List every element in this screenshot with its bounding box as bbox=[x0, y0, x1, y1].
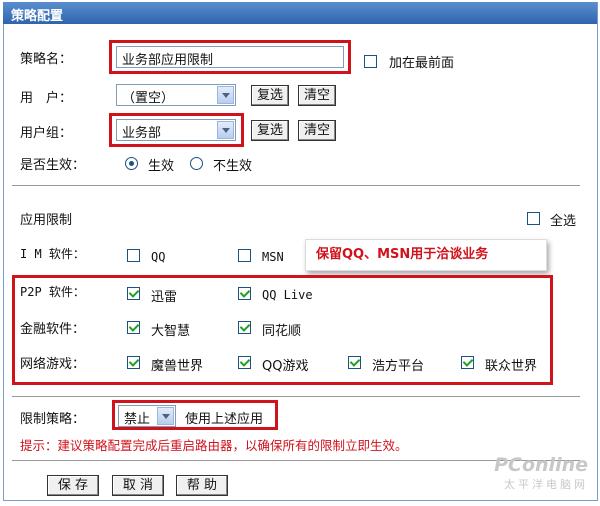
app-checkbox-tonghuashun[interactable] bbox=[238, 321, 251, 334]
app-checkbox-dazhihui[interactable] bbox=[127, 321, 140, 334]
limit-policy-value: 禁止 bbox=[124, 412, 151, 427]
chevron-down-icon bbox=[217, 86, 234, 104]
select-all-label: 全选 bbox=[550, 214, 577, 229]
watermark-logo: PConline 太平洋电脑网 bbox=[494, 454, 588, 492]
effective-on-radio[interactable] bbox=[125, 157, 138, 170]
app-label-qqlive: QQ Live bbox=[262, 288, 313, 302]
app-label-xunlei: 迅雷 bbox=[151, 290, 178, 305]
annotation-note: 保留QQ、MSN用于洽谈业务 bbox=[305, 239, 547, 271]
app-checkbox-qq[interactable] bbox=[127, 249, 140, 262]
add-to-top-label: 加在最前面 bbox=[389, 56, 455, 71]
app-checkbox-wow[interactable] bbox=[127, 356, 140, 369]
app-checkbox-qqgame[interactable] bbox=[238, 356, 251, 369]
chevron-down-icon bbox=[217, 121, 234, 139]
user-select-value: （置空） bbox=[122, 91, 175, 106]
user-select[interactable]: （置空） bbox=[116, 84, 236, 106]
app-label-msn: MSN bbox=[262, 250, 284, 264]
select-all-checkbox[interactable] bbox=[527, 212, 540, 225]
user-group-select[interactable]: 业务部 bbox=[116, 119, 236, 141]
add-to-top-checkbox[interactable] bbox=[364, 55, 377, 68]
app-label-wow: 魔兽世界 bbox=[151, 359, 204, 374]
app-checkbox-lianzhong[interactable] bbox=[461, 356, 474, 369]
limit-policy-select[interactable]: 禁止 bbox=[118, 405, 176, 427]
app-row-label-finance: 金融软件： bbox=[20, 322, 86, 337]
app-checkbox-haofang[interactable] bbox=[348, 356, 361, 369]
policy-name-input[interactable]: 业务部应用限制 bbox=[116, 46, 344, 68]
effective-label: 是否生效： bbox=[20, 158, 86, 173]
save-button[interactable]: 保 存 bbox=[47, 475, 99, 496]
user-multi-button[interactable]: 复选 bbox=[251, 85, 289, 106]
app-checkbox-msn[interactable] bbox=[238, 249, 251, 262]
group-clear-button[interactable]: 清空 bbox=[298, 120, 336, 141]
app-label-qqgame: QQ游戏 bbox=[262, 359, 309, 374]
app-checkbox-xunlei[interactable] bbox=[127, 287, 140, 300]
app-label-qq: QQ bbox=[151, 250, 166, 264]
app-label-dazhihui: 大智慧 bbox=[151, 324, 191, 339]
help-button[interactable]: 帮 助 bbox=[176, 475, 228, 496]
app-checkbox-qqlive[interactable] bbox=[238, 287, 251, 300]
app-label-lianzhong: 联众世界 bbox=[485, 359, 538, 374]
user-clear-button[interactable]: 清空 bbox=[298, 85, 336, 106]
cancel-button[interactable]: 取 消 bbox=[112, 475, 164, 496]
user-group-label: 用户组： bbox=[20, 126, 73, 141]
app-row-label-im: I M 软件： bbox=[20, 247, 85, 261]
divider bbox=[12, 185, 580, 187]
app-row-label-p2p: P2P 软件： bbox=[20, 285, 85, 299]
effective-off-label: 不生效 bbox=[213, 159, 253, 174]
divider bbox=[12, 396, 580, 398]
title-bar: 策略配置 bbox=[3, 2, 597, 24]
effective-off-radio[interactable] bbox=[190, 157, 203, 170]
page-title: 策略配置 bbox=[11, 9, 64, 24]
app-limit-section-label: 应用限制 bbox=[20, 213, 73, 228]
app-label-haofang: 浩方平台 bbox=[372, 359, 425, 374]
chevron-down-icon bbox=[157, 407, 174, 425]
limit-policy-desc: 使用上述应用 bbox=[185, 412, 264, 427]
limit-policy-label: 限制策略： bbox=[20, 412, 86, 427]
watermark-brand: PConline bbox=[494, 454, 588, 476]
group-multi-button[interactable]: 复选 bbox=[251, 120, 289, 141]
user-label: 用 户： bbox=[20, 91, 73, 106]
effective-on-label: 生效 bbox=[148, 159, 175, 174]
policy-name-label: 策略名： bbox=[20, 52, 73, 67]
hint-text: 提示：建议策略配置完成后重启路由器，以确保所有的限制立即生效。 bbox=[20, 438, 408, 453]
app-label-tonghuashun: 同花顺 bbox=[262, 324, 302, 339]
user-group-select-value: 业务部 bbox=[122, 126, 162, 141]
watermark-sub: 太平洋电脑网 bbox=[504, 478, 588, 491]
app-row-label-games: 网络游戏： bbox=[20, 357, 86, 372]
